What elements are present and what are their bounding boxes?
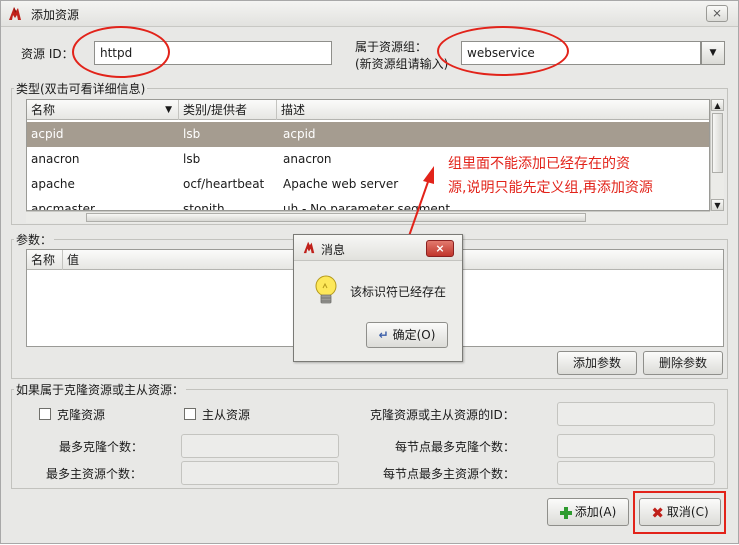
message-dialog: 消息 ⨯ 该标识符已经存在 ↵ 确定(O)	[293, 234, 463, 362]
dialog-ok-label: 确定(O)	[392, 328, 436, 342]
enter-arrow-icon: ↵	[378, 328, 389, 342]
add-resource-window: 添加资源 ⨯ 资源 ID： httpd 属于资源组： (新资源组请输入) web…	[0, 0, 739, 544]
lightbulb-icon	[315, 275, 337, 304]
dialog-close-button[interactable]: ⨯	[426, 240, 454, 257]
dialog-title-bar: 消息 ⨯	[294, 235, 462, 261]
dialog-ok-button[interactable]: ↵ 确定(O)	[366, 322, 448, 348]
close-icon: ⨯	[435, 242, 445, 255]
heartbeat-app-icon	[303, 241, 315, 254]
dialog-message: 该标识符已经存在	[350, 285, 447, 299]
dialog-title: 消息	[321, 243, 346, 257]
